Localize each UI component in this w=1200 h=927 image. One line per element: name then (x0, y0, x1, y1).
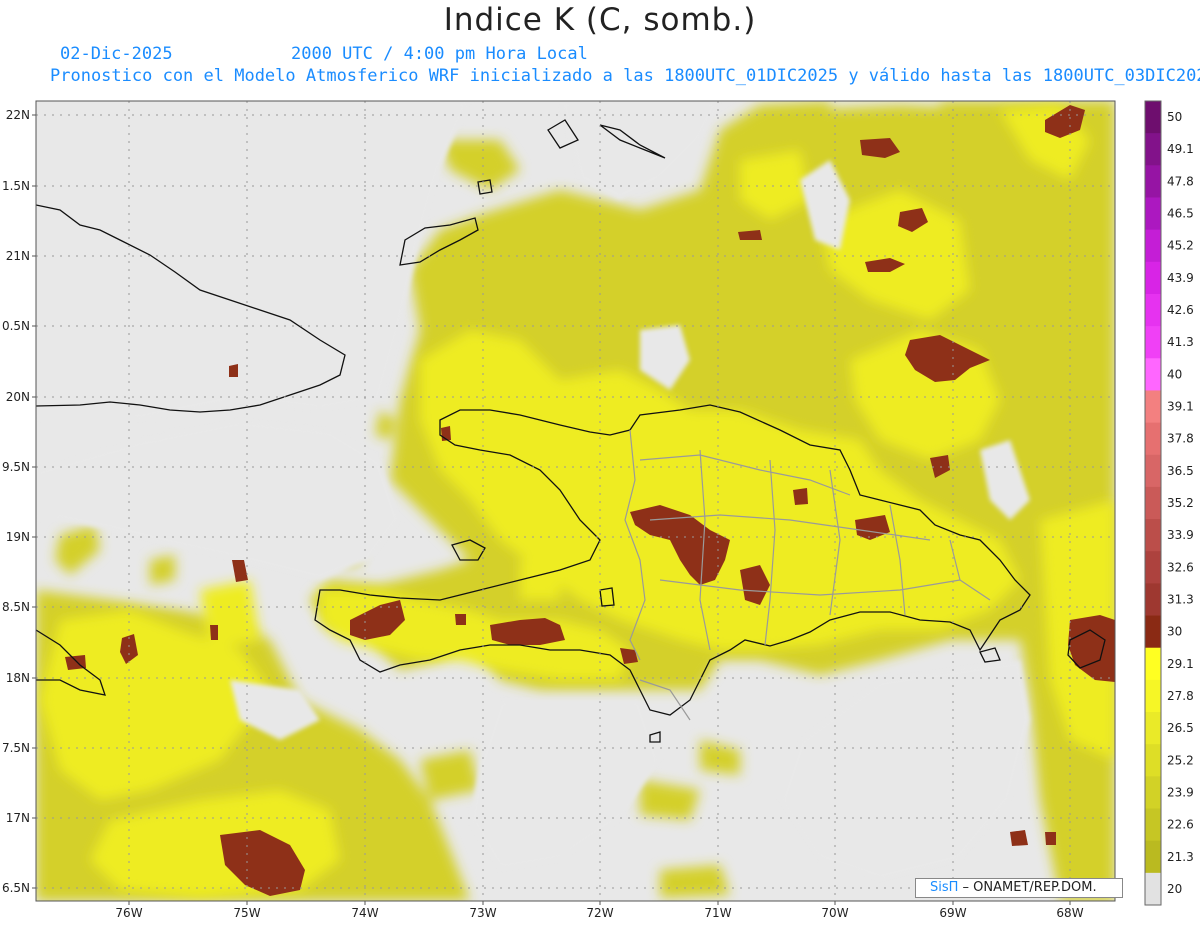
lon-label: 71W (704, 906, 731, 920)
colorbar-swatch (1145, 551, 1161, 584)
colorbar-label: 39.1 (1167, 400, 1194, 414)
colorbar-label: 46.5 (1167, 207, 1194, 221)
lon-label: 73W (469, 906, 496, 920)
colorbar-swatch (1145, 486, 1161, 520)
colorbar-swatch (1145, 454, 1161, 488)
colorbar-swatch (1145, 840, 1161, 874)
colorbar-label: 41.3 (1167, 335, 1194, 349)
lat-label: 1.5N (2, 179, 30, 193)
colorbar-label: 37.8 (1167, 432, 1194, 446)
lon-label: 76W (115, 906, 142, 920)
colorbar-label: 47.8 (1167, 174, 1194, 188)
lat-label: 7.5N (2, 741, 30, 755)
colorbar-label: 20 (1167, 882, 1182, 896)
colorbar-label: 32.6 (1167, 560, 1194, 574)
lon-label: 75W (233, 906, 260, 920)
lon-label: 74W (351, 906, 378, 920)
colorbar-label: 22.6 (1167, 818, 1194, 832)
lon-ticks (128, 901, 1071, 905)
colorbar-label: 26.5 (1167, 721, 1194, 735)
colorbar-label: 36.5 (1167, 464, 1194, 478)
colorbar: 50 49.1 47.8 46.5 45.2 43.9 42.6 41.3 40 39.1 37.8… (1144, 100, 1194, 906)
colorbar-label: 43.9 (1167, 271, 1194, 285)
colorbar-swatch (1145, 293, 1161, 327)
lon-label: 72W (586, 906, 613, 920)
lat-label: 17N (6, 811, 30, 825)
colorbar-label: 29.1 (1167, 657, 1194, 671)
lat-label: 6.5N (2, 881, 30, 895)
lat-ticks (32, 114, 36, 889)
colorbar-swatch (1145, 679, 1161, 713)
colorbar-swatch (1145, 197, 1161, 231)
colorbar-label: 35.2 (1167, 496, 1194, 510)
colorbar-label: 45.2 (1167, 239, 1194, 253)
lat-label: 9.5N (2, 460, 30, 474)
lat-label: 20N (6, 390, 30, 404)
colorbar-label: 49.1 (1167, 142, 1194, 156)
colorbar-swatch (1145, 101, 1161, 134)
colorbar-swatch (1145, 615, 1161, 649)
colorbar-swatch (1145, 872, 1161, 906)
lat-label: 18N (6, 671, 30, 685)
colorbar-swatch (1145, 358, 1161, 391)
forecast-map: 22N 1.5N 21N 0.5N 20N 9.5N 19N 8.5N 18N … (2, 100, 1194, 920)
lat-label: 19N (6, 530, 30, 544)
lat-label: 21N (6, 249, 30, 263)
colorbar-label: 25.2 (1167, 753, 1194, 767)
colorbar-swatch (1145, 422, 1161, 456)
colorbar-label: 23.9 (1167, 785, 1194, 799)
colorbar-label: 42.6 (1167, 303, 1194, 317)
colorbar-swatch (1145, 229, 1161, 263)
latitude-labels: 22N 1.5N 21N 0.5N 20N 9.5N 19N 8.5N 18N … (2, 108, 30, 895)
colorbar-swatch (1145, 261, 1161, 295)
colorbar-label: 31.3 (1167, 592, 1194, 606)
colorbar-swatch (1145, 519, 1161, 552)
lat-label: 0.5N (2, 319, 30, 333)
longitude-labels: 76W 75W 74W 73W 72W 71W 70W 69W 68W (115, 906, 1083, 920)
colorbar-swatch (1145, 808, 1161, 842)
colorbar-label: 27.8 (1167, 689, 1194, 703)
credit-box: SisΠ – ONAMET/REP.DOM. (915, 878, 1123, 898)
lon-label: 69W (939, 906, 966, 920)
lat-label: 8.5N (2, 600, 30, 614)
credit-org: – ONAMET/REP.DOM. (958, 880, 1097, 895)
sis-logo-text: SisΠ (930, 880, 959, 895)
lon-label: 70W (821, 906, 848, 920)
colorbar-swatch (1145, 390, 1161, 424)
colorbar-swatch (1145, 776, 1161, 810)
colorbar-label: 30 (1167, 625, 1182, 639)
colorbar-swatch (1145, 583, 1161, 617)
colorbar-label: 21.3 (1167, 850, 1194, 864)
colorbar-label: 50 (1167, 110, 1182, 124)
colorbar-label: 33.9 (1167, 528, 1194, 542)
colorbar-swatch (1145, 647, 1161, 681)
lon-label: 68W (1056, 906, 1083, 920)
colorbar-swatch (1145, 165, 1161, 198)
colorbar-swatch (1145, 133, 1161, 166)
colorbar-swatch (1145, 326, 1161, 359)
colorbar-label: 40 (1167, 367, 1182, 381)
colorbar-swatch (1145, 744, 1161, 777)
colorbar-swatch (1145, 712, 1161, 745)
lat-label: 22N (6, 108, 30, 122)
